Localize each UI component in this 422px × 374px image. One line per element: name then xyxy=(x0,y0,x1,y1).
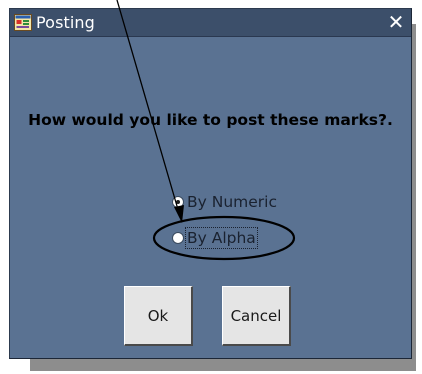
radio-label-numeric: By Numeric xyxy=(187,193,277,211)
cancel-button[interactable]: Cancel xyxy=(222,286,291,346)
radio-button-alpha[interactable] xyxy=(172,232,184,244)
screenshot-stage: Posting ✕ How would you like to post the… xyxy=(0,0,422,374)
radio-by-numeric[interactable]: By Numeric xyxy=(172,192,277,212)
posting-dialog: Posting ✕ How would you like to post the… xyxy=(9,8,412,359)
close-icon[interactable]: ✕ xyxy=(384,10,408,34)
forms-app-icon xyxy=(14,14,32,31)
radio-by-alpha[interactable]: By Alpha xyxy=(172,227,258,249)
radio-button-numeric[interactable] xyxy=(172,196,184,208)
post-marks-question: How would you like to post these marks?. xyxy=(28,111,393,129)
window-title: Posting xyxy=(36,13,95,32)
title-bar[interactable]: Posting ✕ xyxy=(10,9,411,37)
radio-label-alpha: By Alpha xyxy=(185,227,258,249)
ok-button[interactable]: Ok xyxy=(124,286,193,346)
